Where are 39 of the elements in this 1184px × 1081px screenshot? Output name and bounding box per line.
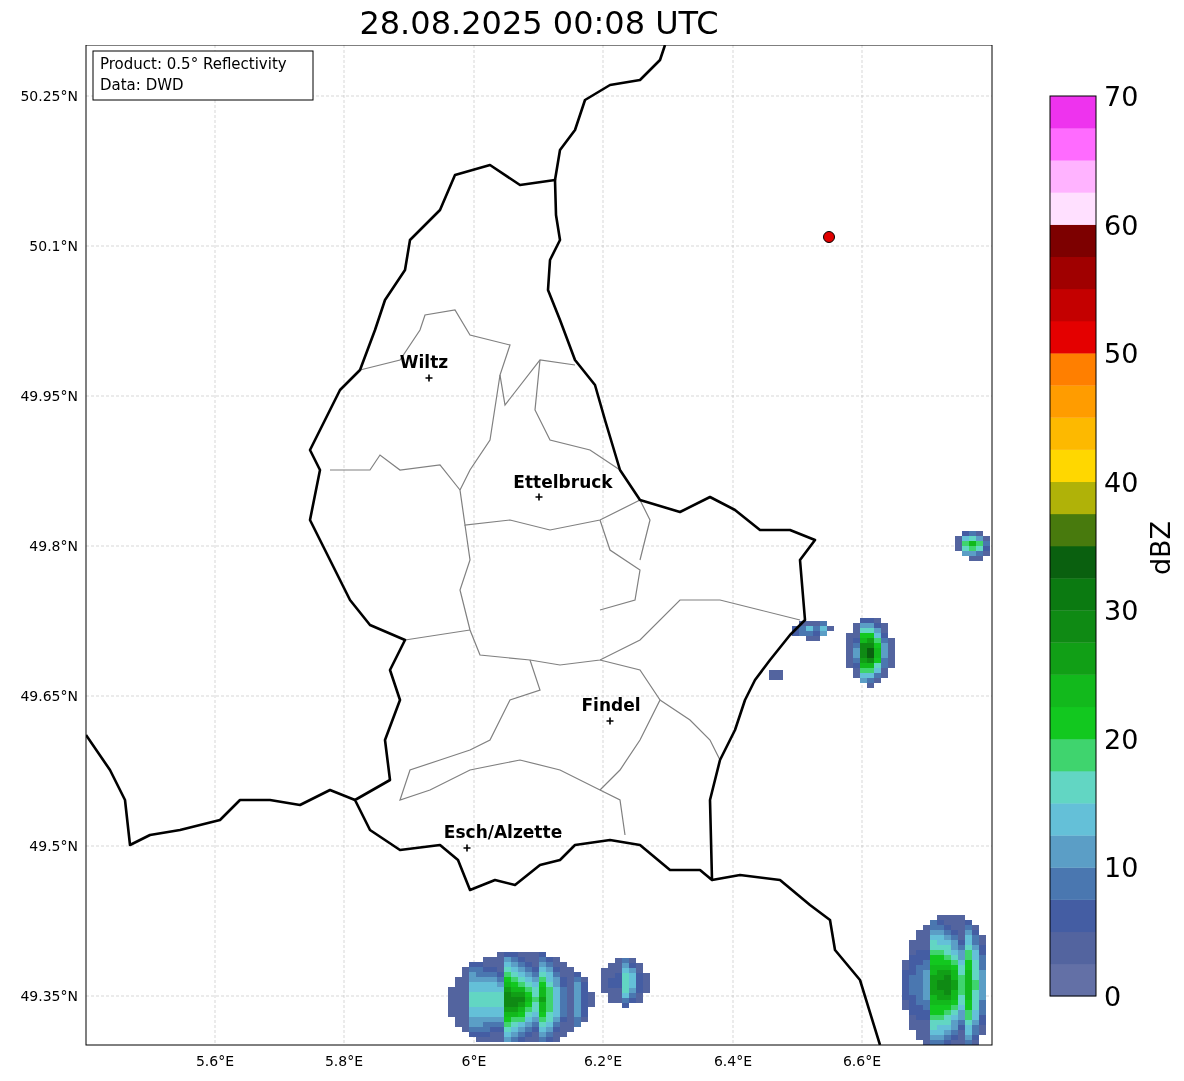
axis-tick-label: 49.95°N xyxy=(20,388,78,404)
scale-tick-label: 0 xyxy=(1104,981,1122,1012)
axis-tick-label: 6.6°E xyxy=(842,1053,882,1069)
axis-tick-label: 49.8°N xyxy=(29,538,78,554)
scale-tick-label: 40 xyxy=(1104,466,1139,498)
axis-tick-label: 49.65°N xyxy=(20,688,78,704)
radar-echo xyxy=(601,958,650,1008)
chart-title: 28.08.2025 00:08 UTC xyxy=(359,2,719,43)
city-label: Ettelbruck xyxy=(513,472,613,492)
city-marker-icon xyxy=(605,716,615,726)
scale-tick-label: 10 xyxy=(1104,852,1139,884)
axis-tick-label: 50.25°N xyxy=(20,88,78,104)
axis-tick-label: 6.4°E xyxy=(713,1053,753,1069)
radar-echo xyxy=(792,621,834,641)
location-marker xyxy=(823,231,835,243)
axis-tick-label: 6°E xyxy=(461,1053,487,1069)
radar-echo xyxy=(846,618,895,688)
city-label: Findel xyxy=(581,695,641,715)
axis-tick-label: 5.8°E xyxy=(324,1053,364,1069)
city-marker-icon xyxy=(462,843,472,853)
scale-tick-label: 20 xyxy=(1104,723,1139,755)
scale-tick-label: 30 xyxy=(1104,595,1139,627)
axis-tick-label: 50.1°N xyxy=(29,238,78,254)
scale-tick-label: 60 xyxy=(1104,209,1139,241)
city-label: Esch/Alzette xyxy=(443,822,563,842)
axis-tick-label: 49.35°N xyxy=(20,988,78,1004)
info-text: Data: DWD xyxy=(100,76,184,94)
radar-echo xyxy=(955,531,990,561)
scale-tick-label: 70 xyxy=(1104,81,1139,112)
scale-label: dBZ xyxy=(1145,520,1176,576)
info-text: Product: 0.5° Reflectivity xyxy=(100,55,287,73)
axis-tick-label: 5.6°E xyxy=(195,1053,235,1069)
city-label: Wiltz xyxy=(399,352,449,372)
city-marker-icon xyxy=(424,373,434,383)
radar-echo xyxy=(769,670,783,680)
city-marker-icon xyxy=(534,492,544,502)
axis-tick-label: 6.2°E xyxy=(583,1053,623,1069)
axis-tick-label: 49.5°N xyxy=(29,838,78,854)
scale-tick-label: 50 xyxy=(1104,338,1139,370)
